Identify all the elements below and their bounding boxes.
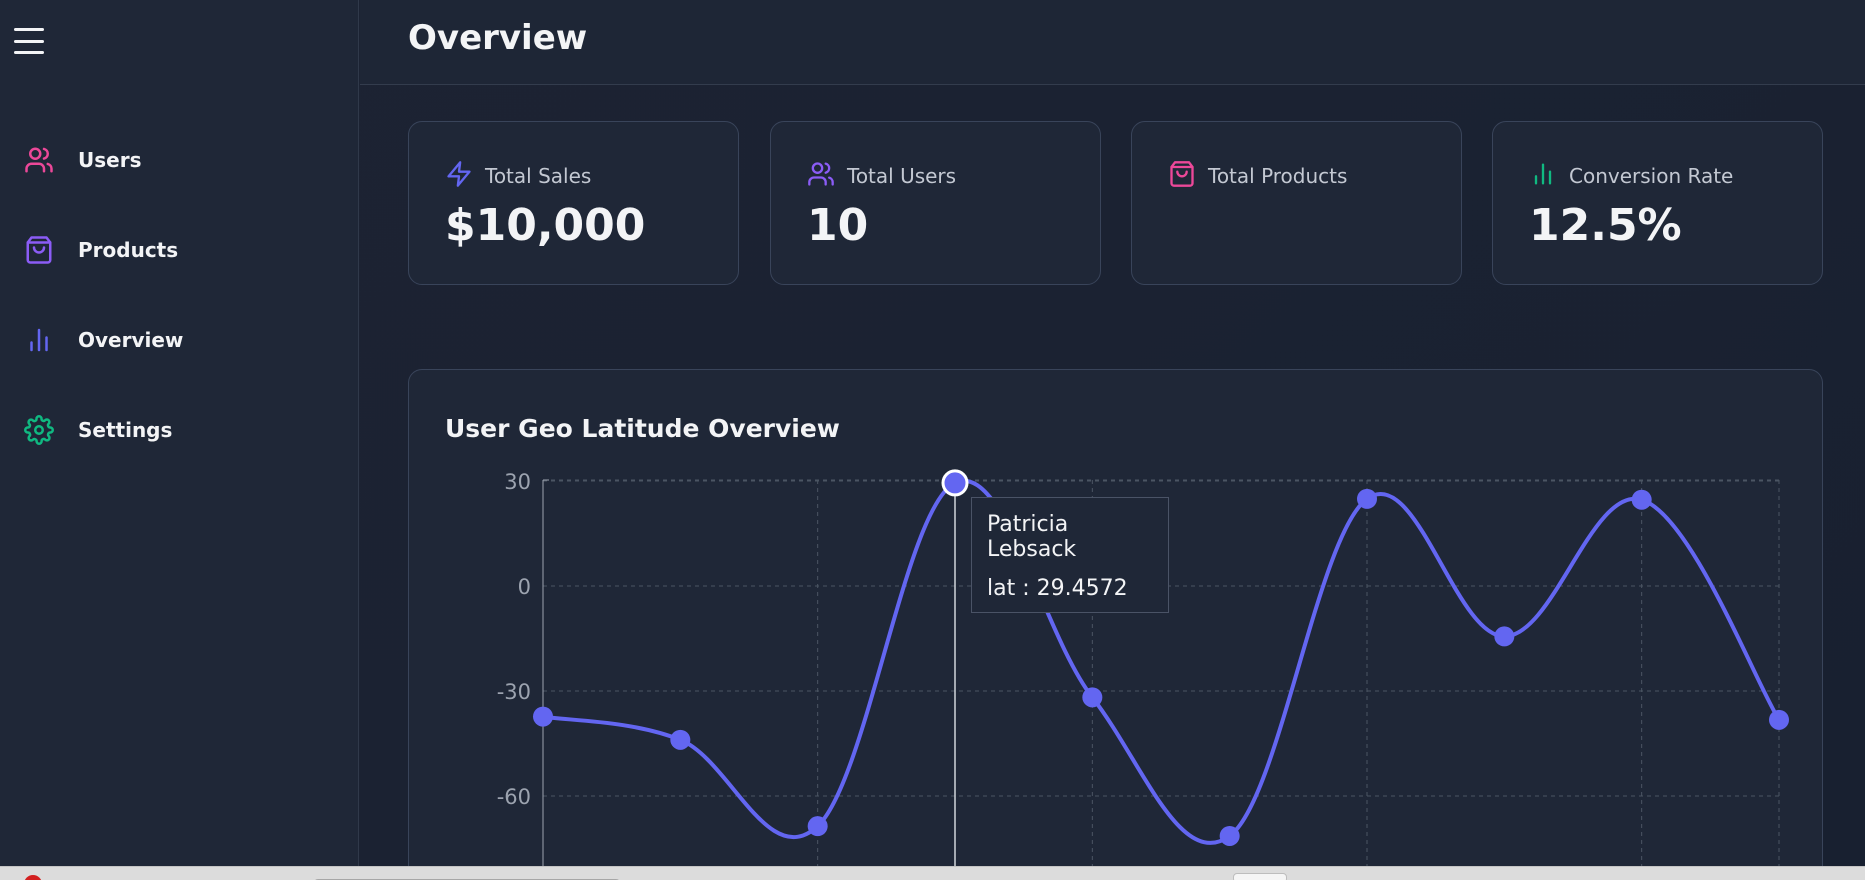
y-tick-label: 30 [504, 470, 531, 494]
shopping-bag-icon [24, 235, 54, 265]
data-point [1357, 488, 1377, 509]
stat-card-conversion-rate: Conversion Rate 12.5% [1492, 121, 1823, 285]
stat-card-total-sales: Total Sales $10,000 [408, 121, 739, 285]
sidebar-item-products[interactable]: Products [24, 230, 178, 270]
tooltip-name: Patricia Lebsack [987, 512, 1077, 562]
users-icon [24, 145, 54, 175]
app-icon[interactable] [24, 875, 42, 880]
y-tick-label: 0 [518, 575, 531, 599]
data-point [1082, 687, 1103, 708]
sidebar-item-label: Overview [78, 328, 184, 352]
sidebar-item-users[interactable]: Users [24, 140, 141, 180]
line-chart[interactable]: 30 0 -30 -60 [409, 370, 1824, 880]
zap-icon [445, 160, 473, 192]
stat-value: 10 [807, 200, 869, 251]
data-point-active [941, 469, 969, 497]
stat-label: Total Users [847, 164, 957, 188]
sidebar-item-label: Settings [78, 418, 173, 442]
data-point [1631, 489, 1652, 510]
stat-value: 12.5% [1529, 200, 1682, 251]
stat-label: Total Products [1208, 164, 1348, 188]
tooltip-value: lat : 29.4572 [987, 576, 1128, 601]
bar-chart-icon [1529, 160, 1557, 192]
data-point [1219, 825, 1240, 846]
stat-label: Conversion Rate [1569, 164, 1734, 188]
sidebar-item-overview[interactable]: Overview [24, 320, 183, 360]
data-point [533, 706, 553, 727]
page-title: Overview [408, 18, 588, 58]
data-point [807, 816, 828, 837]
chart-card: User Geo Latitude Overview 30 0 -30 -60 Pat… [408, 369, 1823, 880]
bar-chart-icon [24, 325, 54, 355]
sidebar-item-label: Products [78, 238, 179, 262]
gear-icon [24, 415, 54, 445]
sidebar-item-settings[interactable]: Settings [24, 410, 172, 450]
y-tick-label: -60 [497, 785, 531, 809]
data-point [1494, 626, 1515, 647]
page-header: Overview [360, 0, 1865, 85]
data-point [670, 729, 691, 750]
sidebar: Users Products Overview Settings [0, 0, 359, 880]
stat-card-total-products: Total Products [1131, 121, 1462, 285]
taskbar [0, 866, 1865, 880]
stat-value: $10,000 [445, 200, 646, 251]
data-point [1769, 709, 1789, 730]
taskbar-item[interactable] [1233, 873, 1287, 880]
stat-card-total-users: Total Users 10 [770, 121, 1101, 285]
users-icon [807, 160, 835, 192]
shopping-bag-icon [1168, 160, 1196, 192]
y-tick-label: -30 [497, 680, 531, 704]
stat-label: Total Sales [485, 164, 592, 188]
chart-tooltip: Patricia Lebsack lat : 29.4572 [971, 497, 1169, 613]
hamburger-menu-icon[interactable] [14, 28, 44, 54]
sidebar-item-label: Users [78, 148, 142, 172]
